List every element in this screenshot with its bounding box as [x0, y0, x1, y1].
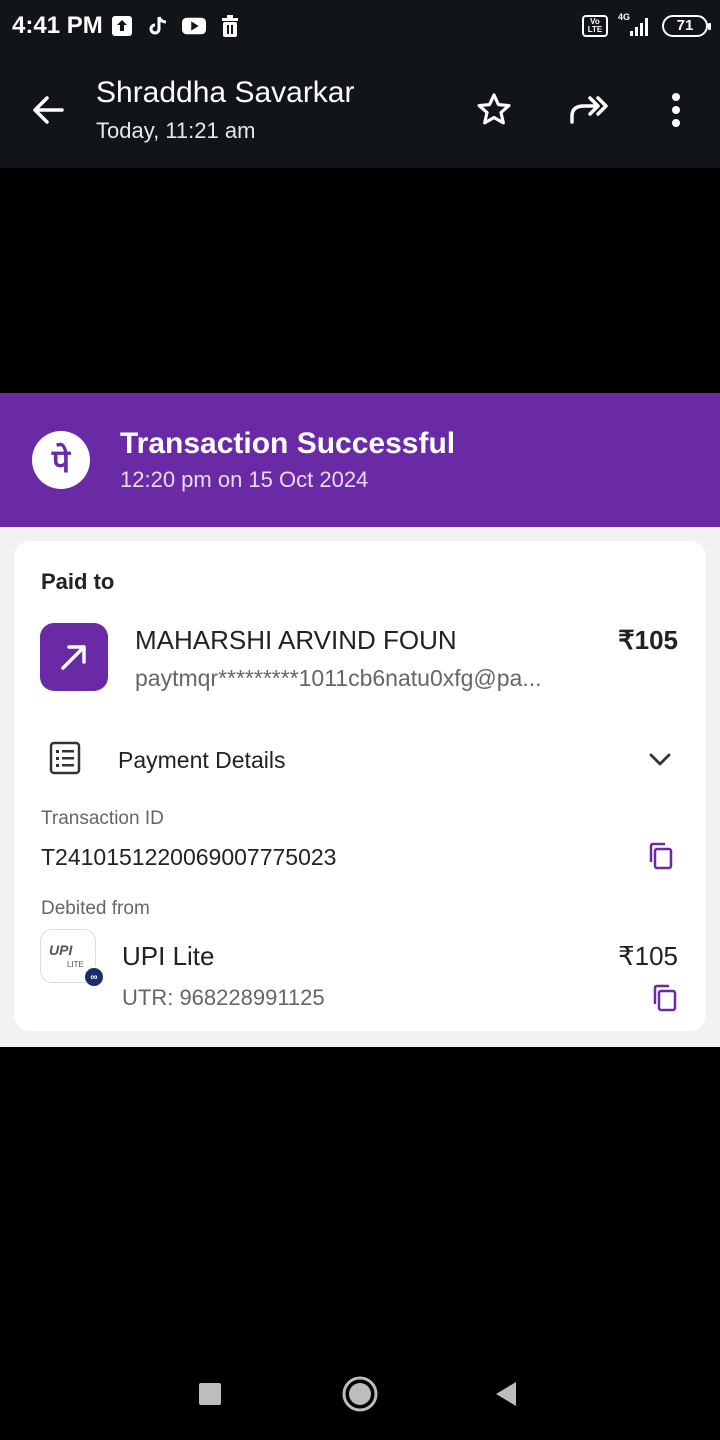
arrow-up-right-icon [61, 645, 86, 670]
source-amount: ₹105 [618, 941, 678, 971]
transaction-id-label: Transaction ID [41, 808, 164, 829]
upi-logo-subtext: LITE [67, 960, 84, 969]
contact-name: Shraddha Savarkar [96, 76, 355, 109]
back-nav-button[interactable] [486, 1374, 526, 1414]
payment-details-label: Payment Details [118, 747, 286, 773]
triangle-back-icon [496, 1382, 516, 1406]
receipt-list-icon [48, 741, 82, 775]
star-button[interactable] [470, 86, 518, 134]
infinity-icon: ∞ [83, 966, 105, 988]
transaction-status: Transaction Successful [120, 427, 456, 460]
circle-icon [342, 1376, 378, 1412]
more-options-button[interactable] [652, 86, 700, 134]
message-timestamp: Today, 11:21 am [96, 118, 256, 143]
status-time: 4:41 PM [12, 12, 103, 39]
square-icon [199, 1383, 221, 1405]
trash-icon [218, 14, 242, 38]
upi-logo-text: UPI [49, 942, 73, 958]
copy-icon [650, 983, 680, 1013]
volte-icon: Vo LTE [582, 15, 608, 37]
amount: ₹105 [618, 625, 678, 655]
upi-lite-logo: UPI LITE ∞ [40, 929, 105, 988]
tiktok-icon [146, 14, 170, 38]
debited-from-label: Debited from [41, 898, 150, 919]
status-banner: पे Transaction Successful 12:20 pm on 15… [0, 393, 720, 527]
back-button[interactable] [24, 86, 72, 134]
status-bar: 4:41 PM Vo LTE 4G 71 [0, 0, 720, 56]
merchant-vpa: paytmqr*********1011cb6natu0xfg@pa... [135, 665, 542, 691]
chevron-down-icon [646, 745, 674, 773]
source-name: UPI Lite [122, 941, 215, 971]
copy-icon [646, 841, 676, 871]
star-icon [477, 93, 511, 125]
signal-icon: 4G [618, 12, 652, 38]
transaction-time: 12:20 pm on 15 Oct 2024 [120, 467, 369, 492]
forward-button[interactable] [566, 86, 614, 134]
transaction-id: T2410151220069007775023 [41, 844, 337, 870]
navigation-bar [0, 1348, 720, 1440]
merchant-name: MAHARSHI ARVIND FOUN [135, 625, 457, 655]
forward-icon [570, 96, 608, 124]
home-button[interactable] [340, 1374, 380, 1414]
phonepe-logo: पे [32, 431, 90, 489]
utr-number: UTR: 968228991125 [122, 985, 325, 1010]
recents-button[interactable] [190, 1374, 230, 1414]
battery-icon: 71 [662, 15, 711, 37]
app-bar: Shraddha Savarkar Today, 11:21 am [0, 56, 720, 168]
upload-icon [110, 14, 134, 38]
transaction-card: Paid to MAHARSHI ARVIND FOUN paytmqr****… [14, 541, 706, 1031]
receipt-image: पे Transaction Successful 12:20 pm on 15… [0, 393, 720, 1047]
youtube-icon [182, 14, 206, 38]
merchant-avatar [40, 623, 108, 691]
more-vertical-icon [672, 93, 680, 127]
paid-to-label: Paid to [41, 569, 115, 594]
arrow-left-icon [33, 96, 64, 124]
